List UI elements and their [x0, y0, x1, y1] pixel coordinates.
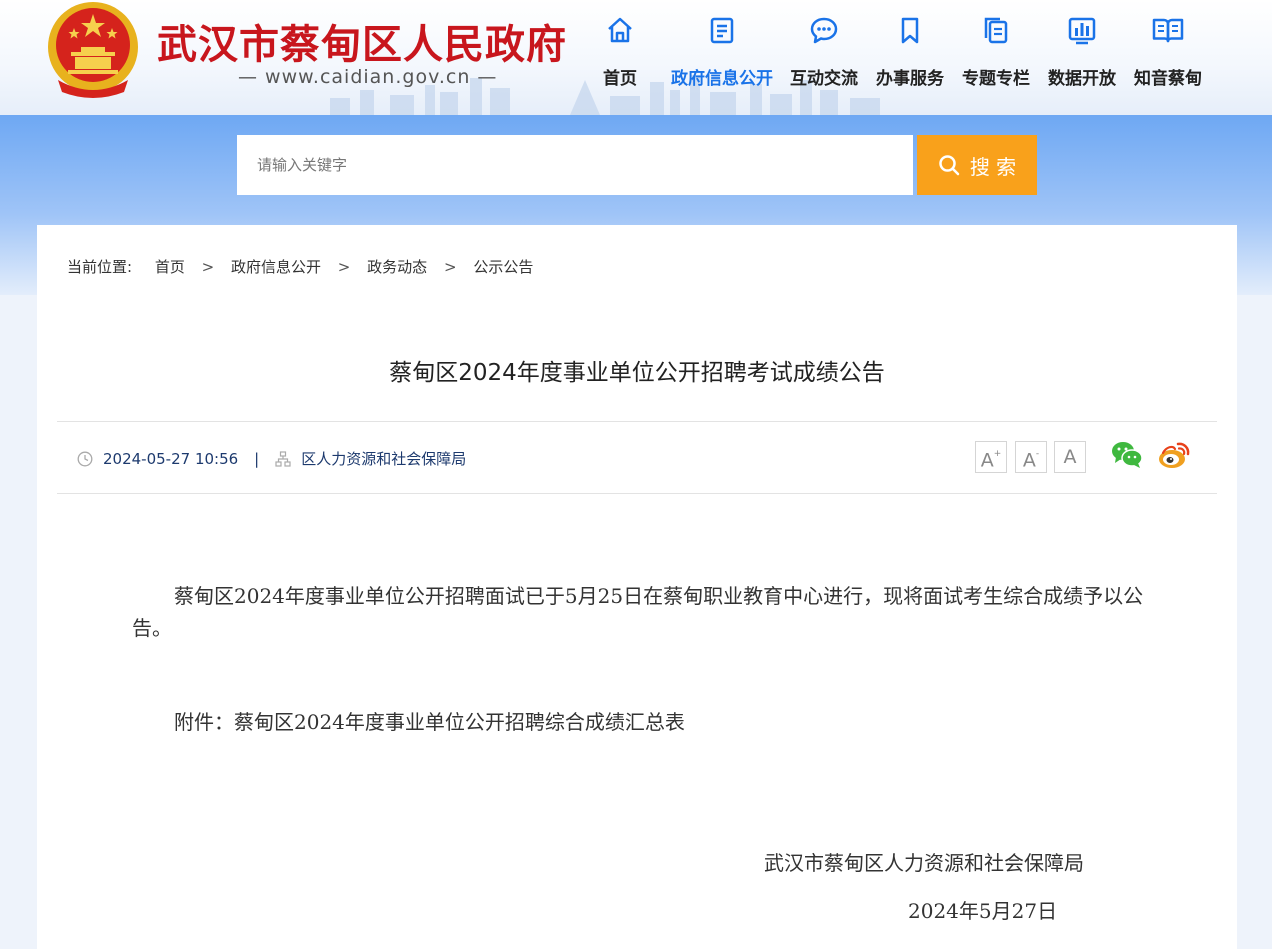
breadcrumb-separator: > [201, 258, 215, 276]
font-increase-label: A [980, 449, 994, 472]
font-increase-mark: + [993, 449, 1002, 459]
home-icon [608, 17, 632, 43]
breadcrumb: 当前位置: 首页 > 政府信息公开 > 政务动态 > 公示公告 [67, 256, 533, 277]
article-source: 区人力资源和社会保障局 [301, 450, 467, 468]
breadcrumb-gov-info[interactable]: 政府信息公开 [231, 256, 321, 277]
article-meta-bar: 2024-05-27 10:56 | 区人力资源和社会保障局 A+ A- A [57, 421, 1217, 494]
nav-item-services[interactable]: 办事服务 [867, 0, 953, 100]
bookmark-icon [901, 17, 919, 44]
site-url: — www.caidian.gov.cn — [238, 66, 498, 88]
breadcrumb-lead: 当前位置: [67, 258, 133, 276]
font-decrease-mark: - [1035, 449, 1040, 459]
nav-item-open-data[interactable]: 数据开放 [1039, 0, 1125, 100]
org-structure-icon [275, 450, 291, 467]
clock-icon [77, 451, 93, 466]
breadcrumb-separator: > [337, 258, 351, 276]
open-book-icon [1152, 18, 1184, 43]
breadcrumb-news[interactable]: 政务动态 [367, 256, 427, 277]
nav-item-home[interactable]: 首页 [577, 0, 663, 100]
nav-label: 互动交流 [790, 69, 858, 89]
font-reset-label: A [1063, 446, 1077, 468]
article-meta: 2024-05-27 10:56 | 区人力资源和社会保障局 [77, 448, 466, 469]
wechat-icon[interactable] [1111, 440, 1143, 470]
breadcrumb-home[interactable]: 首页 [155, 256, 185, 277]
font-decrease-button[interactable]: A- [1015, 441, 1047, 473]
bar-chart-icon [1068, 17, 1096, 45]
font-decrease-label: A [1022, 449, 1036, 472]
meta-divider: | [254, 449, 260, 468]
document-icon [710, 17, 734, 44]
chat-bubble-icon [810, 17, 838, 44]
search-button[interactable]: 搜 索 [917, 135, 1037, 195]
signature-date: 2024年5月27日 [908, 899, 1058, 923]
breadcrumb-notices[interactable]: 公示公告 [473, 256, 533, 277]
article-title: 蔡甸区2024年度事业单位公开招聘考试成绩公告 [389, 360, 885, 386]
attachment-line[interactable]: 附件：蔡甸区2024年度事业单位公开招聘综合成绩汇总表 [132, 706, 1152, 738]
nav-label: 专题专栏 [962, 69, 1030, 89]
search-icon [939, 155, 960, 176]
signature-organization: 武汉市蔡甸区人力资源和社会保障局 [764, 851, 1084, 875]
weibo-icon[interactable] [1158, 440, 1192, 470]
nav-item-special[interactable]: 专题专栏 [953, 0, 1039, 100]
breadcrumb-separator: > [443, 258, 457, 276]
search-button-label: 搜 索 [969, 154, 1017, 179]
site-header: 武汉市蔡甸区人民政府 — www.caidian.gov.cn — 首页 政府信… [0, 0, 1272, 115]
site-title[interactable]: 武汉市蔡甸区人民政府 [157, 12, 567, 70]
stacked-pages-icon [984, 17, 1008, 44]
nav-label: 办事服务 [876, 69, 944, 89]
search-input[interactable] [237, 135, 913, 195]
nav-item-interaction[interactable]: 互动交流 [781, 0, 867, 100]
nav-label: 首页 [603, 69, 637, 89]
font-reset-button[interactable]: A [1054, 441, 1086, 473]
nav-label: 知音蔡甸 [1134, 69, 1202, 89]
article-card: 当前位置: 首页 > 政府信息公开 > 政务动态 > 公示公告 蔡甸区2024年… [37, 225, 1237, 949]
nav-label: 数据开放 [1048, 69, 1116, 89]
article-paragraph: 蔡甸区2024年度事业单位公开招聘面试已于5月25日在蔡甸职业教育中心进行，现将… [132, 584, 1144, 640]
nav-item-zhiyin[interactable]: 知音蔡甸 [1125, 0, 1211, 100]
national-emblem-logo [48, 2, 138, 98]
nav-item-gov-info[interactable]: 政府信息公开 [663, 0, 781, 100]
font-increase-button[interactable]: A+ [975, 441, 1007, 473]
nav-label: 政府信息公开 [671, 69, 773, 89]
publish-datetime: 2024-05-27 10:56 [103, 449, 239, 468]
